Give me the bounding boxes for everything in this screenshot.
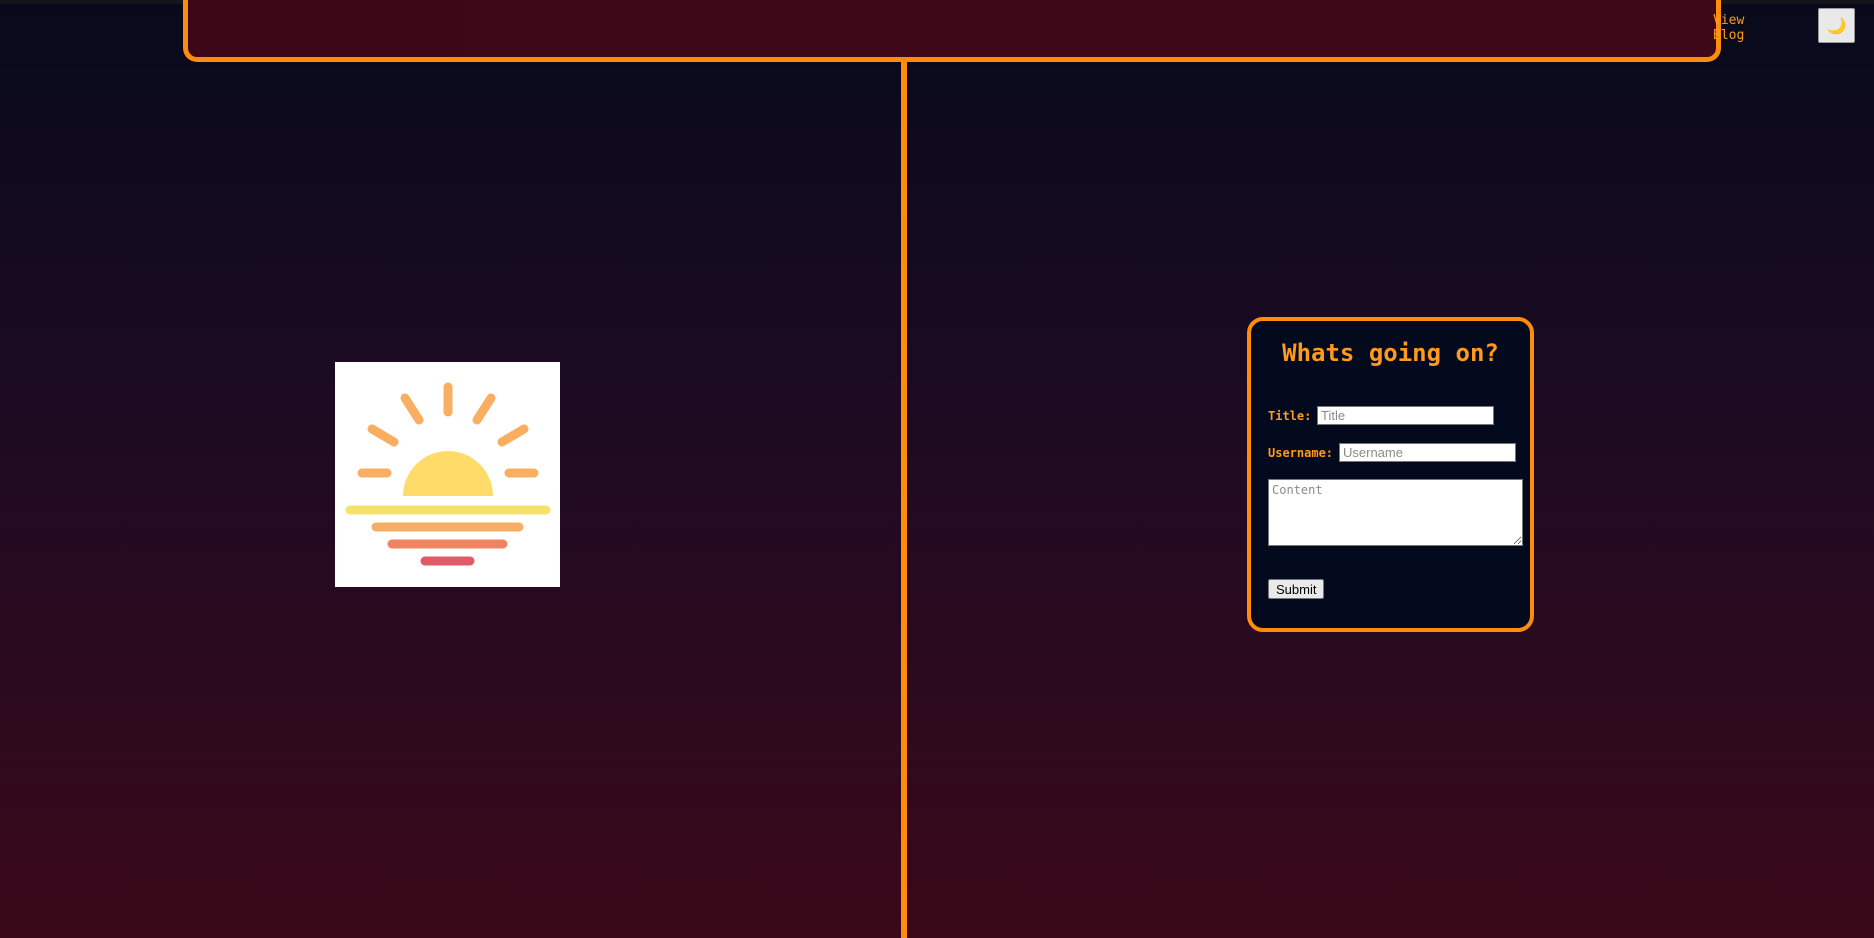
view-blog-link[interactable]: View Blog [1713, 13, 1744, 43]
theme-toggle-button[interactable]: 🌙 [1818, 8, 1855, 43]
username-input[interactable] [1339, 443, 1516, 462]
title-input[interactable] [1317, 406, 1494, 425]
post-form-card: Whats going on? Title: Username: Submit [1247, 317, 1534, 632]
submit-button[interactable]: Submit [1268, 579, 1325, 599]
content-textarea[interactable] [1268, 479, 1523, 546]
title-label: Title: [1268, 409, 1312, 423]
vertical-divider [901, 62, 907, 938]
username-label: Username: [1268, 446, 1334, 460]
top-header: View Blog 🌙 [183, 0, 1855, 62]
moon-icon: 🌙 [1826, 17, 1847, 35]
logo [335, 362, 560, 587]
form-title: Whats going on? [1282, 339, 1499, 367]
sunrise-icon [345, 382, 551, 566]
